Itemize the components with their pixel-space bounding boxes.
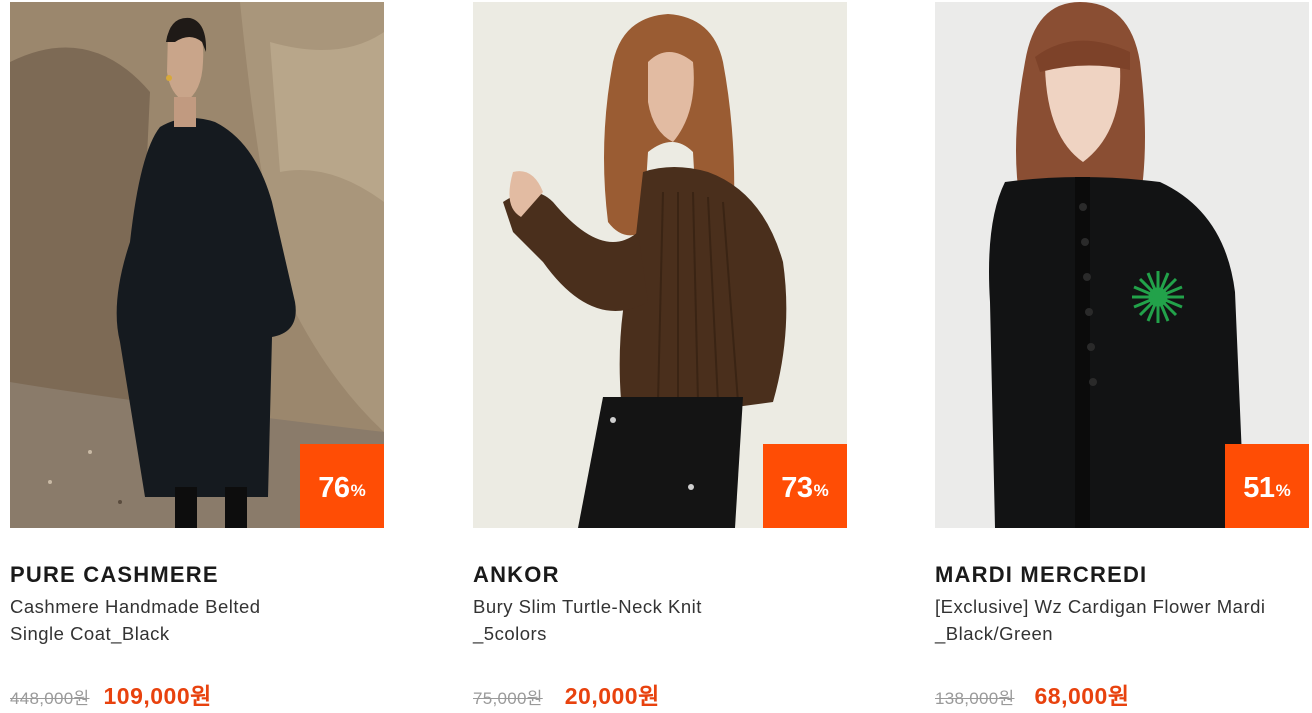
brand-name[interactable]: ANKOR xyxy=(473,561,847,589)
price-row: 138,000원 68,000원 xyxy=(935,677,1309,711)
discount-unit: % xyxy=(1275,481,1291,500)
sale-price: 109,000원 xyxy=(103,683,212,709)
original-price: 138,000원 xyxy=(935,689,1015,708)
product-name-line: Single Coat_Black xyxy=(10,623,170,644)
product-image[interactable]: 76% xyxy=(10,2,384,528)
brand-name[interactable]: PURE CASHMERE xyxy=(10,561,384,589)
original-price: 75,000원 xyxy=(473,689,543,708)
price-row: 448,000원 109,000원 xyxy=(10,677,384,711)
discount-value: 76 xyxy=(318,471,350,504)
product-name-line: Cashmere Handmade Belted xyxy=(10,596,261,617)
product-name-line: Bury Slim Turtle-Neck Knit xyxy=(473,596,702,617)
discount-unit: % xyxy=(813,481,829,500)
product-name[interactable]: Bury Slim Turtle-Neck Knit _5colors xyxy=(473,593,847,647)
discount-unit: % xyxy=(350,481,366,500)
discount-badge: 73% xyxy=(763,444,847,528)
discount-value: 73 xyxy=(781,471,813,504)
original-price: 448,000원 xyxy=(10,689,90,708)
sale-price: 20,000원 xyxy=(564,683,660,709)
product-name-line: _Black/Green xyxy=(935,623,1054,644)
product-name-line: [Exclusive] Wz Cardigan Flower Mardi xyxy=(935,596,1266,617)
product-name[interactable]: Cashmere Handmade Belted Single Coat_Bla… xyxy=(10,593,384,647)
discount-badge: 51% xyxy=(1225,444,1309,528)
product-image[interactable]: 51% xyxy=(935,2,1309,528)
product-name-line: _5colors xyxy=(473,623,547,644)
product-card[interactable]: 51% MARDI MERCREDI [Exclusive] Wz Cardig… xyxy=(935,2,1309,711)
brand-name[interactable]: MARDI MERCREDI xyxy=(935,561,1309,589)
product-name[interactable]: [Exclusive] Wz Cardigan Flower Mardi _Bl… xyxy=(935,593,1309,647)
discount-value: 51 xyxy=(1243,471,1275,504)
product-card[interactable]: 73% ANKOR Bury Slim Turtle-Neck Knit _5c… xyxy=(473,2,847,711)
product-card[interactable]: 76% PURE CASHMERE Cashmere Handmade Belt… xyxy=(10,2,384,711)
sale-price: 68,000원 xyxy=(1034,683,1130,709)
discount-badge: 76% xyxy=(300,444,384,528)
price-row: 75,000원 20,000원 xyxy=(473,677,847,711)
product-image[interactable]: 73% xyxy=(473,2,847,528)
